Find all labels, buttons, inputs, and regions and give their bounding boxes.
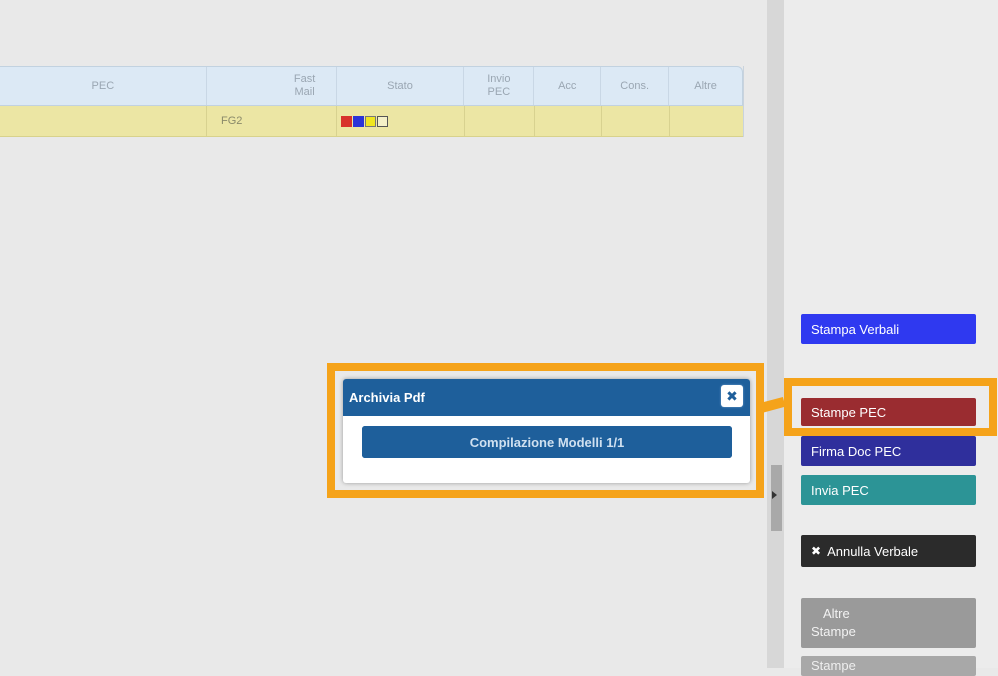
status-square-red	[341, 115, 352, 127]
column-header-fast-mail[interactable]: Fast Mail	[207, 67, 337, 105]
column-header-invio-pec[interactable]: Invio PEC	[464, 67, 535, 105]
table-row[interactable]: FG2	[0, 106, 743, 137]
results-table: PEC Fast Mail Stato Invio PEC Acc Cons. …	[0, 66, 744, 137]
progress-bar: Compilazione Modelli 1/1	[362, 426, 732, 458]
cell-cons	[602, 106, 670, 136]
cell-pec	[0, 106, 207, 136]
column-header-acc[interactable]: Acc	[534, 67, 602, 105]
column-header-cons[interactable]: Cons.	[601, 67, 670, 105]
dialog-title-bar: Archivia Pdf ✖	[343, 379, 750, 416]
close-icon: ✖	[811, 544, 822, 558]
column-header-stato[interactable]: Stato	[337, 67, 465, 105]
annulla-verbale-button[interactable]: ✖ Annulla Verbale	[801, 535, 976, 567]
status-square-blue	[353, 115, 364, 127]
close-button[interactable]: ✖	[721, 385, 743, 407]
stampa-verbali-button[interactable]: Stampa Verbali	[801, 314, 976, 344]
column-header-pec[interactable]: PEC	[0, 67, 207, 105]
dialog-title: Archivia Pdf	[349, 390, 425, 405]
cell-altre	[670, 106, 743, 136]
status-square-empty	[377, 115, 388, 127]
altre-stampe-button[interactable]: Altre Stampe	[801, 598, 976, 648]
invia-pec-button[interactable]: Invia PEC	[801, 475, 976, 505]
cell-invio-pec	[465, 106, 535, 136]
cell-fast-mail: FG2	[207, 106, 337, 136]
panel-splitter[interactable]	[767, 0, 784, 668]
table-header: PEC Fast Mail Stato Invio PEC Acc Cons. …	[0, 66, 743, 106]
highlight-box-stampe-pec	[784, 378, 997, 436]
column-header-altre[interactable]: Altre	[669, 67, 742, 105]
close-icon: ✖	[726, 387, 738, 404]
cell-acc	[535, 106, 602, 136]
collapse-arrow-icon[interactable]	[772, 491, 777, 499]
archivia-pdf-dialog: Archivia Pdf ✖ Compilazione Modelli 1/1	[343, 379, 750, 483]
stampe-button[interactable]: Stampe	[801, 656, 976, 676]
progress-label: Compilazione Modelli 1/1	[469, 434, 625, 450]
status-square-yellow	[365, 115, 376, 127]
firma-doc-pec-button[interactable]: Firma Doc PEC	[801, 436, 976, 466]
cell-stato	[337, 106, 465, 136]
